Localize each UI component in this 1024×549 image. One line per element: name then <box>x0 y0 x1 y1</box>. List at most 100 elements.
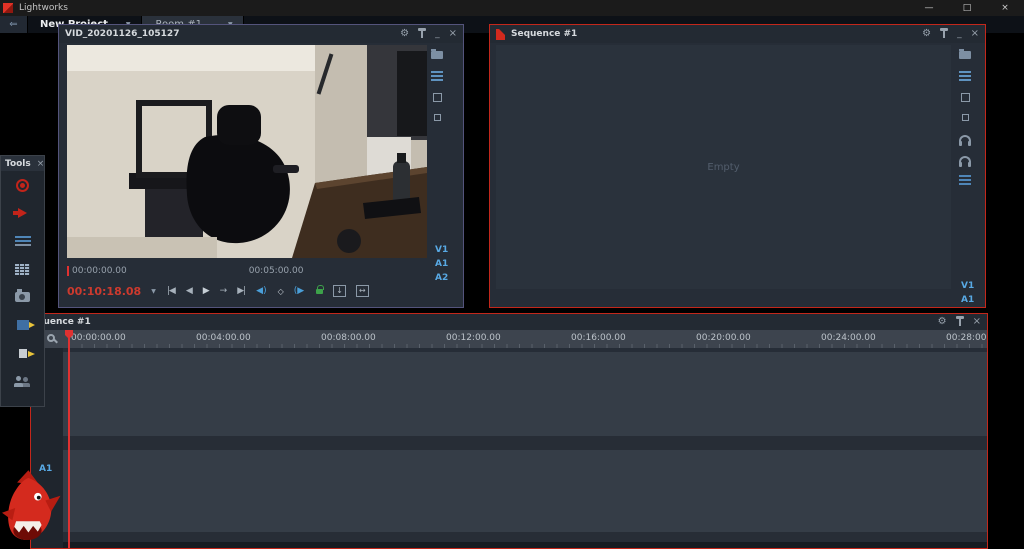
bins-tool[interactable] <box>1 255 44 283</box>
timeline-ruler[interactable]: 00:00:00.00 00:04:00.00 00:08:00.00 00:1… <box>31 330 987 348</box>
viewer-track-labels: V1 A1 A2 <box>435 245 448 283</box>
pin-icon[interactable] <box>955 315 964 326</box>
go-to-end-button[interactable]: ▶| <box>237 286 246 296</box>
timecode-mid: 00:05:00.00 <box>248 265 304 276</box>
pin-icon[interactable] <box>940 27 949 38</box>
viewer-header-icons: ⚙ _ × <box>400 27 457 39</box>
minimize-panel-icon[interactable]: _ <box>435 29 440 39</box>
viewer-playhead-icon[interactable] <box>67 265 69 276</box>
audio-track-a1[interactable] <box>63 450 987 532</box>
ruler-label: 00:28:00.00 <box>946 333 987 343</box>
track-v1-label[interactable]: V1 <box>435 245 448 255</box>
current-timecode[interactable]: 00:10:18.08 <box>67 285 141 298</box>
audio-track-partial[interactable] <box>63 542 987 548</box>
tools-title: Tools <box>5 158 31 169</box>
small-tile-icon[interactable] <box>961 114 969 121</box>
track-v1-label[interactable]: V1 <box>961 281 974 291</box>
close-panel-icon[interactable]: × <box>37 159 45 169</box>
users-icon <box>13 375 31 387</box>
tile-view-icon[interactable] <box>960 93 970 102</box>
desktop-shark-image <box>2 468 68 548</box>
record-icon <box>16 178 29 192</box>
list-view-icon[interactable] <box>959 71 971 73</box>
timeline-icon <box>14 236 31 238</box>
track-a1-label[interactable]: A1 <box>961 295 974 305</box>
viewer-title: VID_20201126_105127 <box>65 29 180 39</box>
sequence-empty-area[interactable]: Empty <box>496 45 951 289</box>
video-frame-image <box>67 45 427 258</box>
ruler-label: 00:20:00.00 <box>696 333 751 343</box>
timeline-header-icons: ⚙ × <box>938 315 981 327</box>
import-tool[interactable] <box>1 199 44 227</box>
fit-to-fill-button[interactable]: ↔ <box>355 285 369 297</box>
list-view-icon[interactable] <box>431 71 443 73</box>
headphones-icon[interactable] <box>959 135 971 146</box>
back-arrow-icon: ⇐ <box>9 19 18 30</box>
sequence-track-labels: V1 A1 <box>961 281 974 305</box>
track-a1-label[interactable]: A1 <box>435 259 448 269</box>
insert-edit-button[interactable]: ↓ <box>333 285 346 297</box>
import-icon <box>13 208 27 218</box>
step-forward-button[interactable]: → <box>220 286 227 296</box>
timecode-start: 00:00:00.00 <box>72 265 127 276</box>
lightworks-logo-icon <box>3 3 13 13</box>
ruler-label: 00:08:00.00 <box>321 333 376 343</box>
track-gap <box>63 436 987 450</box>
play-button[interactable]: ▶ <box>203 286 210 296</box>
step-back-button[interactable]: ◀ <box>186 286 193 296</box>
sequence-viewer-panel: Sequence #1 ⚙ _ × Empty V1 A1 <box>489 24 986 308</box>
headset-icon[interactable] <box>959 156 971 167</box>
settings-icon[interactable]: ⚙ <box>938 317 947 327</box>
capture-tool[interactable] <box>1 283 44 311</box>
back-button[interactable]: ⇐ <box>0 16 28 33</box>
titlebar: Lightworks — □ × <box>0 0 1024 16</box>
folder-icon[interactable] <box>431 49 443 59</box>
settings-icon[interactable]: ⚙ <box>922 29 931 39</box>
video-preview[interactable] <box>67 45 427 258</box>
edit-timeline-tool[interactable] <box>1 227 44 255</box>
playhead-line[interactable] <box>68 330 70 548</box>
video-track[interactable] <box>63 352 987 436</box>
go-to-start-button[interactable]: |◀ <box>167 286 176 296</box>
chevron-down-icon[interactable]: ▼ <box>151 288 156 295</box>
record-tool[interactable] <box>1 171 44 199</box>
tile-view-icon[interactable] <box>432 93 442 102</box>
zoom-icon[interactable] <box>47 334 55 342</box>
users-tool[interactable] <box>1 367 44 395</box>
maximize-button[interactable]: □ <box>948 0 986 16</box>
sequence-rail <box>959 49 971 185</box>
close-panel-icon[interactable]: × <box>973 317 981 327</box>
timeline-title: quence #1 <box>37 317 91 327</box>
marker-icon[interactable]: ◇ <box>278 287 284 296</box>
viewer-timecode-strip[interactable]: 00:00:00.00 00:05:00.00 <box>67 264 427 277</box>
export-icon <box>16 320 35 330</box>
small-tile-icon[interactable] <box>433 114 441 121</box>
export-tool[interactable] <box>1 311 44 339</box>
source-viewer-panel: VID_20201126_105127 ⚙ _ × V1 A1 A2 00:00… <box>58 24 464 308</box>
close-panel-icon[interactable]: × <box>971 29 979 39</box>
pin-icon[interactable] <box>418 27 427 38</box>
minimize-button[interactable]: — <box>910 0 948 16</box>
ruler-label: 00:04:00.00 <box>196 333 251 343</box>
camera-icon <box>15 289 30 302</box>
archive-tool[interactable] <box>1 339 44 367</box>
settings-icon[interactable]: ⚙ <box>400 29 409 39</box>
close-button[interactable]: × <box>986 0 1024 16</box>
empty-label: Empty <box>707 161 740 173</box>
timeline-panel: quence #1 ⚙ × 00:00:00.00 00:04:00.00 00… <box>30 313 988 549</box>
audio-mixer-icon[interactable] <box>959 175 971 177</box>
minimize-panel-icon[interactable]: _ <box>957 29 962 39</box>
ruler-label: 00:24:00.00 <box>821 333 876 343</box>
close-panel-icon[interactable]: × <box>449 29 457 39</box>
app-title: Lightworks <box>19 3 68 13</box>
bins-grid-icon <box>15 263 30 275</box>
audio-scrub-forward-icon[interactable]: (▶ <box>294 286 304 296</box>
tools-header[interactable]: Tools × <box>1 156 44 171</box>
folder-icon[interactable] <box>959 49 971 59</box>
sequence-header[interactable]: Sequence #1 ⚙ _ × <box>490 25 985 43</box>
audio-scrub-back-icon[interactable]: ◀) <box>256 286 266 296</box>
transport-controls: 00:10:18.08 ▼ |◀ ◀ ▶ → ▶| ◀) ◇ (▶ ↓ ↔ <box>67 282 457 300</box>
viewer-header[interactable]: VID_20201126_105127 ⚙ _ × <box>59 25 463 43</box>
lock-icon[interactable] <box>316 284 325 294</box>
timeline-header[interactable]: quence #1 ⚙ × <box>31 314 987 330</box>
